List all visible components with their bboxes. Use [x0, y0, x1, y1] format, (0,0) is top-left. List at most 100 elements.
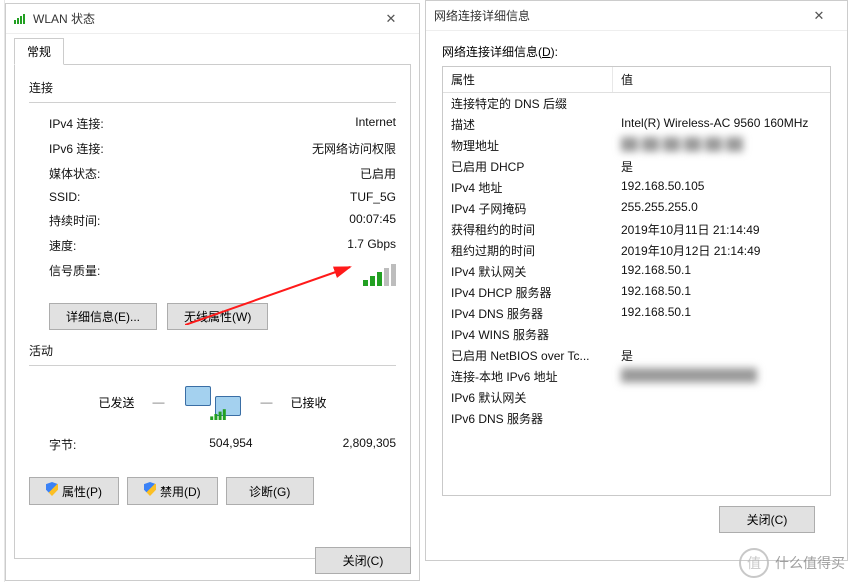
dash-icon: —	[261, 395, 273, 409]
header-property[interactable]: 属性	[443, 67, 613, 92]
tab-row: 常规	[6, 34, 419, 64]
sent-label: 已发送	[98, 394, 134, 411]
close-icon[interactable]: ✕	[799, 8, 839, 24]
cell-property: 连接-本地 IPv6 地址	[443, 368, 613, 385]
row-key: IPv4 连接:	[49, 115, 104, 132]
recv-label: 已接收	[291, 394, 327, 411]
network-details-window: 网络连接详细信息 ✕ 网络连接详细信息(D): 属性 值 连接特定的 DNS 后…	[425, 0, 848, 561]
wireless-properties-button[interactable]: 无线属性(W)	[167, 303, 268, 330]
activity-row: 已发送 — — 已接收	[29, 374, 396, 432]
connection-row: 持续时间: 00:07:45	[29, 208, 396, 233]
cell-property: IPv4 默认网关	[443, 263, 613, 280]
cell-value	[613, 326, 830, 343]
details-button[interactable]: 详细信息(E)...	[49, 303, 157, 330]
table-row[interactable]: 租约过期的时间2019年10月12日 21:14:49	[443, 240, 830, 261]
bytes-label: 字节:	[49, 436, 76, 453]
cell-value: 2019年10月12日 21:14:49	[613, 242, 830, 259]
cell-value: 192.168.50.1	[613, 305, 830, 322]
cell-property: 连接特定的 DNS 后缀	[443, 95, 613, 112]
cell-value: 192.168.50.1	[613, 284, 830, 301]
cell-property: IPv4 地址	[443, 179, 613, 196]
wifi-icon	[14, 14, 25, 24]
table-row[interactable]: 已启用 NetBIOS over Tc...是	[443, 345, 830, 366]
row-value: Internet	[355, 115, 396, 132]
row-value: 无网络访问权限	[312, 140, 396, 157]
network-activity-icon	[183, 382, 243, 422]
close-button[interactable]: 关闭(C)	[719, 506, 815, 533]
row-key: 持续时间:	[49, 212, 100, 229]
tab-body: 连接 IPv4 连接: Internet IPv6 连接:无网络访问权限媒体状态:已…	[14, 64, 411, 559]
dash-icon: —	[153, 395, 165, 409]
window-title: WLAN 状态	[33, 10, 95, 27]
cell-value: ████████████████	[613, 368, 830, 385]
section-connection: 连接	[29, 79, 396, 96]
table-row[interactable]: IPv4 DHCP 服务器192.168.50.1	[443, 282, 830, 303]
cell-value	[613, 95, 830, 112]
table-row[interactable]: 描述Intel(R) Wireless-AC 9560 160MHz	[443, 114, 830, 135]
cell-property: IPv6 默认网关	[443, 389, 613, 406]
signal-strength-icon	[363, 266, 396, 286]
cell-property: IPv4 子网掩码	[443, 200, 613, 217]
cell-value: 是	[613, 158, 830, 175]
cell-value: 192.168.50.105	[613, 179, 830, 196]
cell-property: IPv6 DNS 服务器	[443, 410, 613, 427]
divider	[29, 102, 396, 103]
cell-property: 描述	[443, 116, 613, 133]
cell-property: IPv4 DNS 服务器	[443, 305, 613, 322]
watermark-icon: 值	[739, 548, 769, 578]
watermark-text: 什么值得买	[775, 553, 845, 573]
titlebar: 网络连接详细信息 ✕	[426, 1, 847, 31]
divider	[29, 365, 396, 366]
disable-button[interactable]: 禁用(D)	[127, 477, 218, 505]
connection-row: 媒体状态:已启用	[29, 161, 396, 186]
cell-property: 已启用 NetBIOS over Tc...	[443, 347, 613, 364]
table-row[interactable]: 连接特定的 DNS 后缀	[443, 93, 830, 114]
connection-row: IPv4 连接: Internet	[29, 111, 396, 136]
bytes-sent-value: 504,954	[209, 436, 252, 453]
row-value: 00:07:45	[349, 212, 396, 229]
row-value: TUF_5G	[350, 190, 396, 204]
details-table: 属性 值 连接特定的 DNS 后缀描述Intel(R) Wireless-AC …	[442, 66, 831, 496]
cell-property: 租约过期的时间	[443, 242, 613, 259]
cell-property: 已启用 DHCP	[443, 158, 613, 175]
table-row[interactable]: IPv4 地址192.168.50.105	[443, 177, 830, 198]
shield-icon	[144, 482, 156, 496]
cell-property: IPv4 WINS 服务器	[443, 326, 613, 343]
connection-row: 速度:1.7 Gbps	[29, 233, 396, 258]
table-row[interactable]: IPv4 子网掩码255.255.255.0	[443, 198, 830, 219]
cell-property: IPv4 DHCP 服务器	[443, 284, 613, 301]
cell-property: 获得租约的时间	[443, 221, 613, 238]
section-activity: 活动	[29, 342, 396, 359]
titlebar: WLAN 状态 ✕	[6, 4, 419, 34]
table-row[interactable]: 连接-本地 IPv6 地址████████████████	[443, 366, 830, 387]
connection-row: IPv6 连接:无网络访问权限	[29, 136, 396, 161]
row-value: 1.7 Gbps	[347, 237, 396, 254]
close-button[interactable]: 关闭(C)	[315, 547, 411, 574]
close-icon[interactable]: ✕	[371, 11, 411, 27]
table-row[interactable]: IPv6 默认网关	[443, 387, 830, 408]
cell-value: 是	[613, 347, 830, 364]
table-row[interactable]: IPv6 DNS 服务器	[443, 408, 830, 429]
row-key: SSID:	[49, 190, 80, 204]
diagnose-button[interactable]: 诊断(G)	[226, 477, 314, 505]
table-row[interactable]: 获得租约的时间2019年10月11日 21:14:49	[443, 219, 830, 240]
watermark: 值 什么值得买	[739, 548, 845, 578]
details-subtitle: 网络连接详细信息(D):	[442, 43, 831, 60]
properties-button[interactable]: 属性(P)	[29, 477, 119, 505]
cell-value	[613, 410, 830, 427]
cell-value: ██-██-██-██-██-██	[613, 137, 830, 154]
table-header: 属性 值	[443, 67, 830, 93]
signal-quality-label: 信号质量:	[49, 262, 100, 289]
table-row[interactable]: IPv4 默认网关192.168.50.1	[443, 261, 830, 282]
table-row[interactable]: IPv4 WINS 服务器	[443, 324, 830, 345]
cell-value	[613, 389, 830, 406]
tab-general[interactable]: 常规	[14, 38, 64, 65]
table-row[interactable]: 物理地址██-██-██-██-██-██	[443, 135, 830, 156]
table-row[interactable]: IPv4 DNS 服务器192.168.50.1	[443, 303, 830, 324]
bytes-recv-value: 2,809,305	[343, 436, 396, 453]
header-value[interactable]: 值	[613, 67, 830, 92]
table-row[interactable]: 已启用 DHCP是	[443, 156, 830, 177]
row-value: 已启用	[360, 165, 396, 182]
window-title: 网络连接详细信息	[434, 7, 530, 24]
cell-value: 255.255.255.0	[613, 200, 830, 217]
